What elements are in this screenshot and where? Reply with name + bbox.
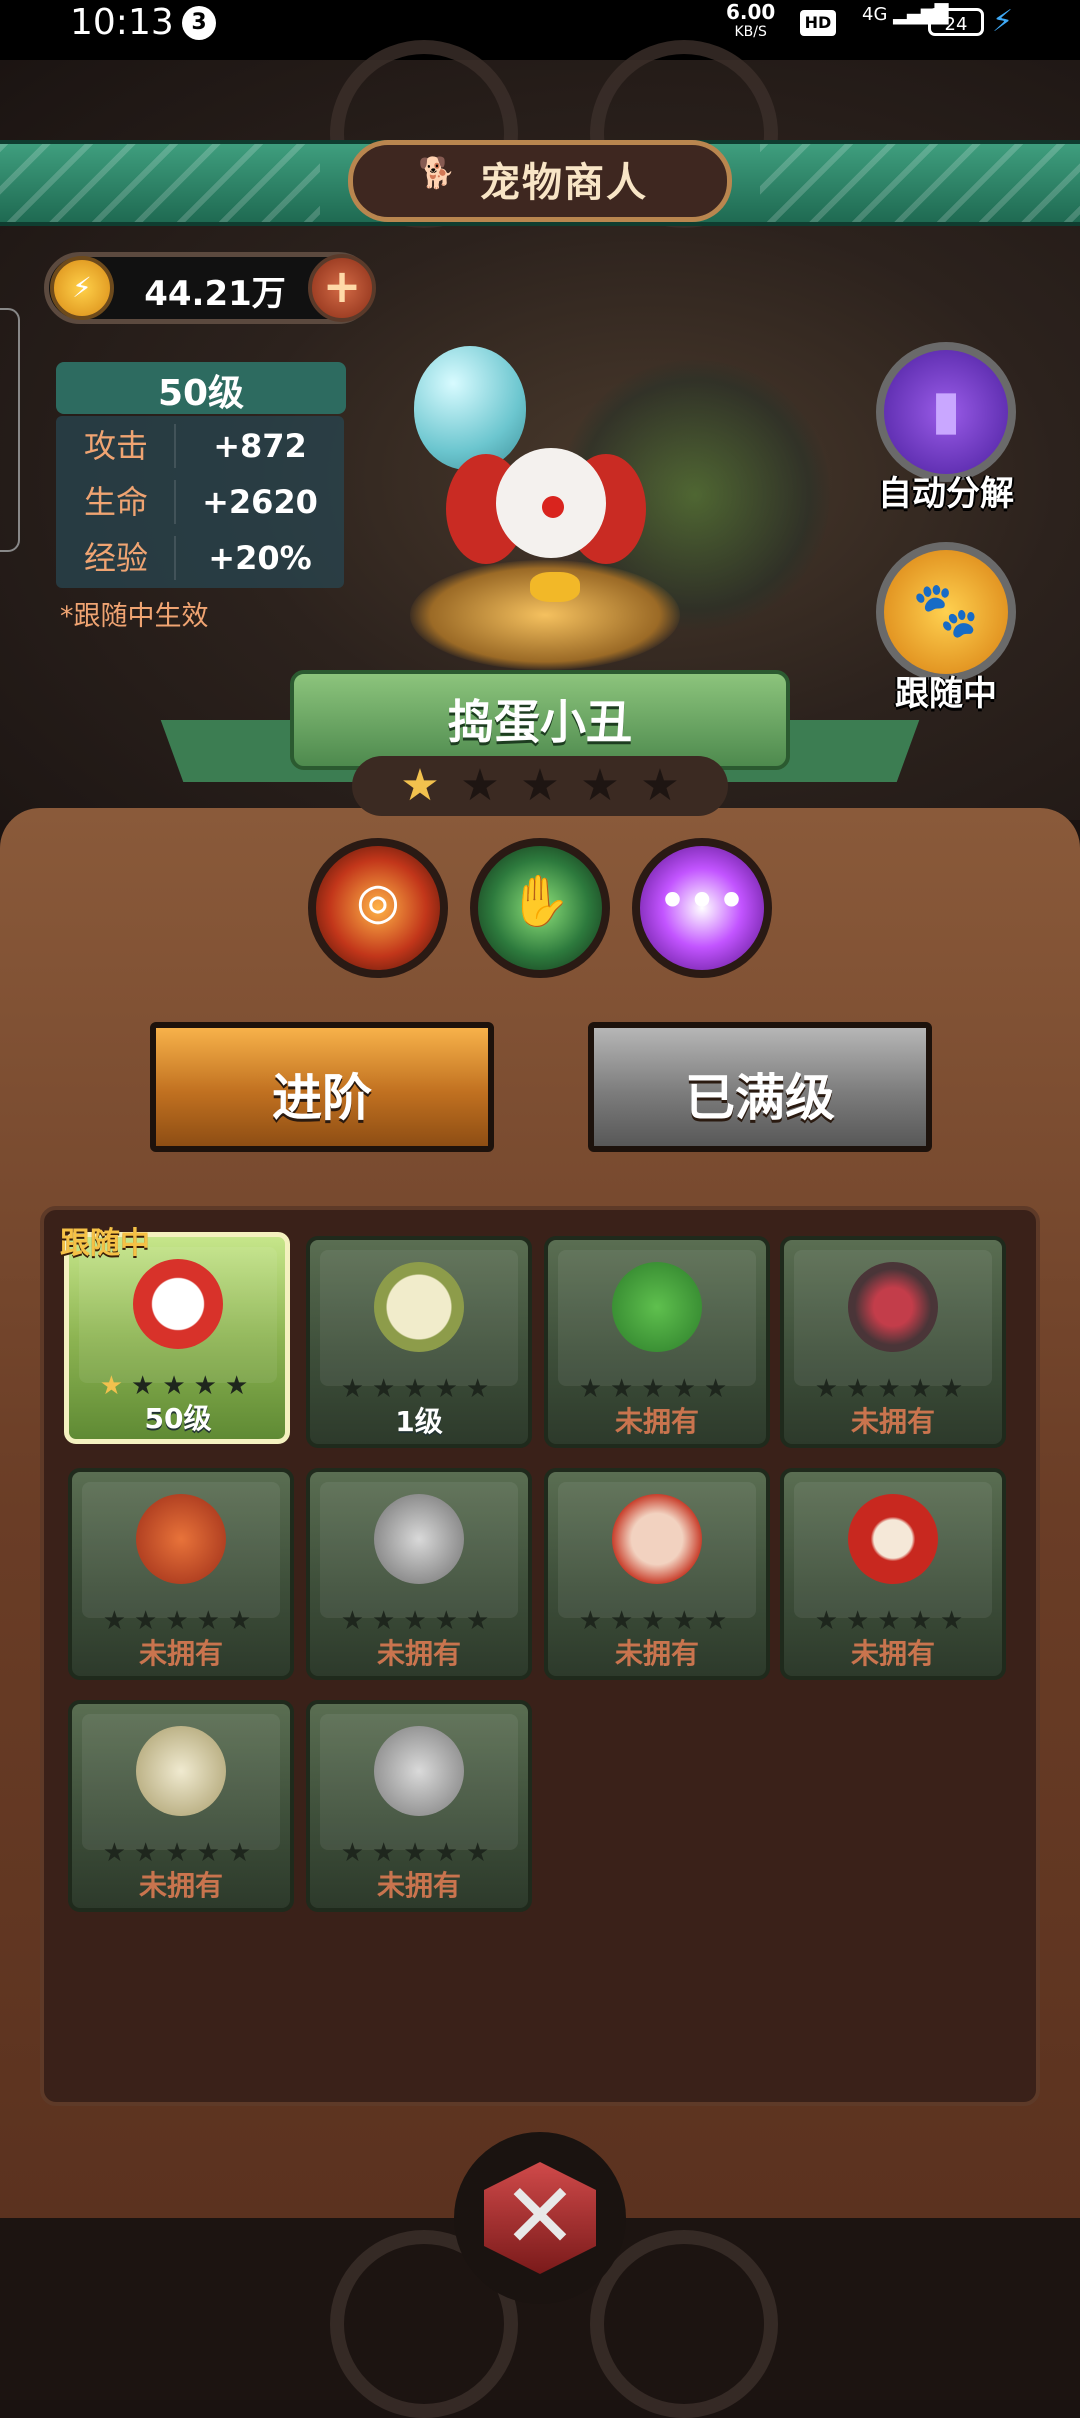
star-filled-icon: ★ bbox=[400, 760, 440, 811]
speech-bubble-icon: ••• bbox=[657, 872, 747, 930]
star-empty-icon: ★ bbox=[520, 760, 560, 811]
stat-label: 经验 bbox=[83, 539, 148, 577]
plus-icon: + bbox=[322, 259, 362, 313]
stat-row-health: 生命 +2620 bbox=[56, 474, 344, 530]
not-owned-label: 未拥有 bbox=[376, 1637, 461, 1670]
star-empty-icon: ★ bbox=[580, 760, 620, 811]
stat-value: +2620 bbox=[202, 483, 318, 521]
pet-cell-red-dragon[interactable]: ★★★★★ 未拥有 bbox=[68, 1468, 294, 1680]
deer-skull-pet-icon bbox=[374, 1262, 464, 1352]
paw-icon: 🐾 bbox=[912, 578, 980, 641]
stat-label: 生命 bbox=[83, 483, 148, 521]
pet-cell-chick[interactable]: ★★★★★ 未拥有 bbox=[68, 1700, 294, 1912]
not-owned-label: 未拥有 bbox=[614, 1637, 699, 1670]
network-speed-value: 6.00 bbox=[726, 0, 776, 24]
follow-label: 跟随中 bbox=[895, 674, 997, 714]
not-owned-label: 未拥有 bbox=[850, 1405, 935, 1438]
pet-name: 捣蛋小丑 bbox=[448, 695, 632, 749]
network-speed: 6.00 KB/S bbox=[726, 2, 775, 42]
pet-cell-chicken[interactable]: ★★★★★ 未拥有 bbox=[544, 1468, 770, 1680]
charging-icon: ⚡ bbox=[992, 4, 1014, 39]
chicken-pet-icon bbox=[612, 1494, 702, 1584]
network-type: 4G bbox=[862, 4, 888, 25]
hd-voice-icon: HD bbox=[800, 10, 836, 36]
trash-can-icon: ▮ bbox=[931, 378, 961, 441]
not-owned-label: 未拥有 bbox=[376, 1869, 461, 1902]
clown-bow bbox=[530, 572, 580, 602]
ribbon-pattern bbox=[760, 144, 1080, 222]
star-empty-icon: ★ bbox=[640, 760, 680, 811]
advance-button-label: 进阶 bbox=[272, 1069, 372, 1127]
daruma-pet-icon bbox=[848, 1494, 938, 1584]
stat-row-exp: 经验 +20% bbox=[56, 530, 344, 586]
page-title-text: 宠物商人 bbox=[480, 160, 648, 206]
add-coins-button[interactable]: + bbox=[308, 254, 376, 322]
pet-cell-clown[interactable]: ★★★★★ 50级 bbox=[64, 1232, 290, 1444]
close-x-icon: ✕ bbox=[502, 2164, 578, 2269]
status-time: 10:13 bbox=[70, 2, 174, 43]
battery-icon: 24 bbox=[928, 8, 984, 36]
not-owned-label: 未拥有 bbox=[850, 1637, 935, 1670]
clown-pet-icon bbox=[133, 1259, 223, 1349]
star-empty-icon: ★ bbox=[460, 760, 500, 811]
pet-cell-gauntlet[interactable]: ★★★★★ 未拥有 bbox=[306, 1700, 532, 1912]
pet-level-label: 50级 bbox=[144, 1402, 212, 1435]
not-owned-label: 未拥有 bbox=[614, 1405, 699, 1438]
pet-level-label: 1级 bbox=[395, 1405, 443, 1438]
stat-value: +20% bbox=[208, 539, 312, 577]
green-frog-pet-icon bbox=[612, 1262, 702, 1352]
follow-button[interactable]: 🐾 bbox=[876, 542, 1016, 682]
side-drawer-handle[interactable] bbox=[0, 308, 20, 552]
fire-vortex-icon: ◎ bbox=[356, 872, 400, 930]
mimic-chest-pet-icon bbox=[848, 1262, 938, 1352]
clown-nose bbox=[542, 496, 564, 518]
pet-cell-knight[interactable]: ★★★★★ 未拥有 bbox=[306, 1468, 532, 1680]
stats-note: *跟随中生效 bbox=[60, 601, 209, 632]
balloon-image bbox=[414, 346, 526, 470]
not-owned-label: 未拥有 bbox=[138, 1869, 223, 1902]
pet-cell-deer-skull[interactable]: ★★★★★ 1级 bbox=[306, 1236, 532, 1448]
ribbon-pattern bbox=[0, 144, 320, 222]
pet-cell-mimic-chest[interactable]: ★★★★★ 未拥有 bbox=[780, 1236, 1006, 1448]
stat-row-attack: 攻击 +872 bbox=[56, 418, 344, 474]
notification-count-badge: 3 bbox=[182, 6, 216, 40]
stat-value: +872 bbox=[213, 427, 307, 465]
pet-cell-daruma[interactable]: ★★★★★ 未拥有 bbox=[780, 1468, 1006, 1680]
max-level-button-label: 已满级 bbox=[685, 1069, 835, 1127]
following-tag: 跟随中 bbox=[60, 1226, 150, 1261]
pet-cell-green-frog[interactable]: ★★★★★ 未拥有 bbox=[544, 1236, 770, 1448]
auto-decompose-button[interactable]: ▮ bbox=[876, 342, 1016, 482]
coin-amount: 44.21万 bbox=[144, 274, 286, 314]
green-claw-icon: ✋ bbox=[508, 872, 572, 930]
not-owned-label: 未拥有 bbox=[138, 1637, 223, 1670]
network-speed-unit: KB/S bbox=[734, 24, 767, 40]
coin-icon: ⚡ bbox=[50, 256, 114, 320]
pet-level: 50级 bbox=[157, 373, 245, 414]
auto-decompose-label: 自动分解 bbox=[878, 474, 1014, 514]
knight-pet-icon bbox=[374, 1494, 464, 1584]
page-title: 宠物商人 bbox=[348, 150, 732, 208]
chick-pet-icon bbox=[136, 1726, 226, 1816]
gauntlet-pet-icon bbox=[374, 1726, 464, 1816]
stat-label: 攻击 bbox=[83, 427, 148, 465]
red-dragon-pet-icon bbox=[136, 1494, 226, 1584]
